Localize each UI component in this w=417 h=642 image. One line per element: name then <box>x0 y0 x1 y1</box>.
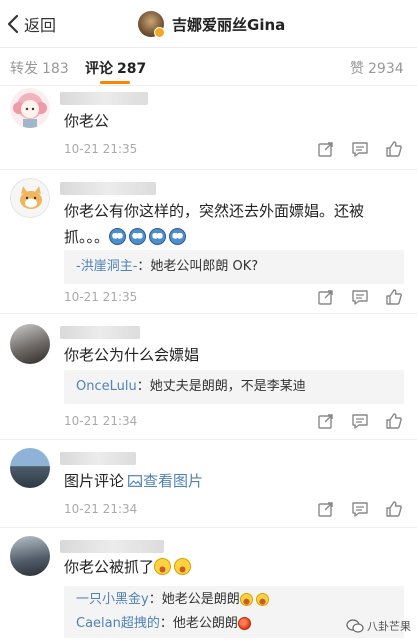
comment-icon[interactable] <box>351 412 369 430</box>
user-avatar[interactable] <box>10 324 50 364</box>
repost-icon[interactable] <box>317 288 335 306</box>
user-avatar[interactable] <box>10 178 50 218</box>
reply-text: 她丈夫是朗朗，不是李某迪 <box>149 379 306 394</box>
tab-comments[interactable]: 评论 287 <box>85 58 146 78</box>
username-redacted <box>60 452 136 465</box>
comment-actions <box>317 412 403 430</box>
comment-icon[interactable] <box>351 500 369 518</box>
cry-emoji <box>169 228 187 245</box>
reply-username[interactable]: Caelan超拽的 <box>76 616 160 631</box>
username-redacted <box>60 540 164 553</box>
cry-emoji <box>109 228 127 245</box>
cartoon-girl-icon <box>13 93 47 128</box>
repost-icon[interactable] <box>317 140 335 158</box>
tab-bar: 转发 183 评论 287 赞 2934 <box>0 48 417 86</box>
reply-text: 她老公是朗朗 <box>161 592 240 607</box>
laugh-cry-emoji <box>154 558 172 575</box>
username-redacted <box>60 92 148 105</box>
page-title-text: 吉娜爱丽丝Gina <box>172 15 286 34</box>
comment-item: 你老公 10-21 21:35 <box>0 86 417 170</box>
comment-text: 图片评论 查看图片 <box>64 472 204 490</box>
reply-username[interactable]: -洪崖洞主- <box>76 259 137 274</box>
comment-text: 你老公 <box>64 112 110 130</box>
reply-text: 他老公朗朗 <box>172 616 238 631</box>
apple-emoji <box>237 617 251 630</box>
laugh-cry-emoji <box>239 593 253 606</box>
reply-username[interactable]: OnceLulu <box>76 379 137 394</box>
comment-actions <box>317 500 403 518</box>
comment-item: 你老公有你这样的，突然还去外面嫖娼。还被 抓。。。 -洪崖洞主-：她老公叫郎朗 … <box>0 170 417 314</box>
like-icon[interactable] <box>385 288 403 306</box>
like-icon[interactable] <box>385 140 403 158</box>
comment-item: 图片评论 查看图片 10-21 21:34 <box>0 440 417 528</box>
wechat-icon <box>346 619 364 633</box>
comment-text: 你老公被抓了 <box>64 554 394 580</box>
like-icon[interactable] <box>385 412 403 430</box>
comment-actions <box>317 140 403 158</box>
nav-bar: 返回 吉娜爱丽丝Gina <box>0 0 417 48</box>
repost-icon[interactable] <box>317 500 335 518</box>
username-redacted <box>60 182 156 195</box>
comment-time: 10-21 21:34 <box>64 502 138 516</box>
watermark: 八卦芒果 <box>346 618 411 634</box>
comment-text: 你老公有你这样的，突然还去外面嫖娼。还被 抓。。。 <box>64 202 365 246</box>
chevron-left-icon <box>7 14 19 34</box>
reply-username[interactable]: 一只小黑金y <box>76 592 149 607</box>
tab-likes[interactable]: 赞 2934 <box>350 58 404 78</box>
shiba-dog-icon <box>20 186 42 209</box>
view-image-link[interactable]: 查看图片 <box>124 472 203 490</box>
comment-item: 你老公为什么会嫖娼 OnceLulu：她丈夫是朗朗，不是李某迪 10-21 21… <box>0 314 417 440</box>
comment-icon[interactable] <box>351 140 369 158</box>
laugh-cry-emoji <box>255 593 269 606</box>
tab-reposts[interactable]: 转发 183 <box>10 58 69 78</box>
reply-preview[interactable]: -洪崖洞主-：她老公叫郎朗 OK? <box>64 250 404 284</box>
comment-time: 10-21 21:34 <box>64 414 138 428</box>
page-title[interactable]: 吉娜爱丽丝Gina <box>138 9 285 39</box>
user-avatar[interactable] <box>10 88 50 128</box>
back-button[interactable]: 返回 <box>6 12 56 36</box>
comment-icon[interactable] <box>351 288 369 306</box>
reply-preview[interactable]: OnceLulu：她丈夫是朗朗，不是李某迪 <box>64 370 404 404</box>
reply-text: 她老公叫郎朗 OK? <box>150 259 259 274</box>
comment-actions <box>317 288 403 306</box>
repost-icon[interactable] <box>317 412 335 430</box>
user-avatar[interactable] <box>10 448 50 488</box>
comment-time: 10-21 21:35 <box>64 142 138 156</box>
user-avatar[interactable] <box>10 536 50 576</box>
like-icon[interactable] <box>385 500 403 518</box>
back-label: 返回 <box>24 16 57 35</box>
cry-emoji <box>149 228 167 245</box>
active-tab-indicator <box>100 81 130 84</box>
laugh-cry-emoji <box>174 558 192 575</box>
image-icon <box>128 475 142 487</box>
username-redacted <box>60 326 140 339</box>
comment-text: 你老公为什么会嫖娼 <box>64 346 200 364</box>
cry-emoji <box>129 228 147 245</box>
profile-avatar <box>138 11 165 38</box>
comment-time: 10-21 21:35 <box>64 290 138 304</box>
